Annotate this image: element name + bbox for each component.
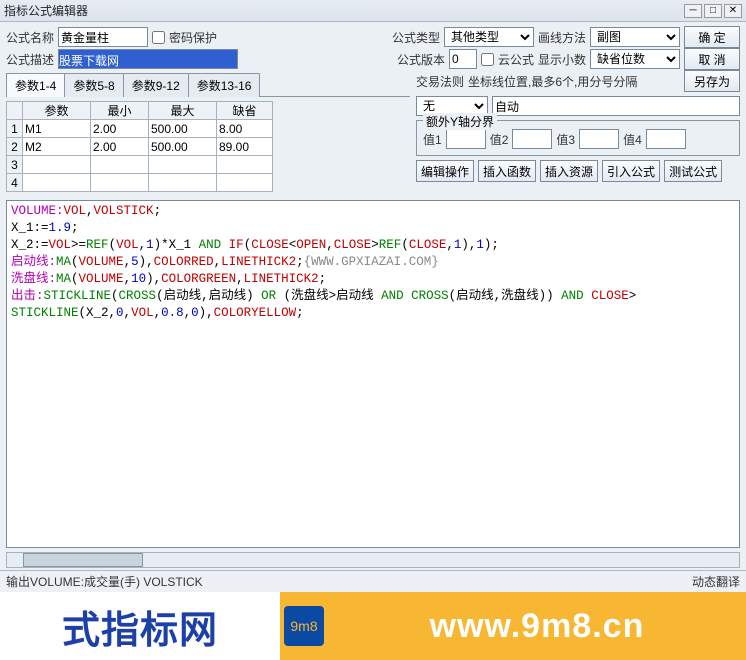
- value2-label: 值2: [490, 131, 509, 148]
- formula-desc-input[interactable]: 股票下载网 WWW.GPXIAZAI.COM: [59, 50, 237, 69]
- tab-params-13-16[interactable]: 参数13-16: [188, 73, 261, 97]
- code-editor[interactable]: VOLUME:VOL,VOLSTICK;X_1:=1.9;X_2:=VOL>=R…: [6, 200, 740, 548]
- ok-button[interactable]: 确 定: [684, 26, 740, 48]
- test-formula-button[interactable]: 测试公式: [664, 160, 722, 182]
- value4-input[interactable]: [646, 129, 686, 149]
- param-max-input[interactable]: [149, 138, 216, 155]
- value1-input[interactable]: [446, 129, 486, 149]
- param-header-name: 参数: [23, 102, 91, 120]
- draw-method-select[interactable]: 副图: [590, 27, 680, 47]
- formula-desc-label: 公式描述: [6, 51, 54, 68]
- param-row: 3: [7, 156, 273, 174]
- extra-yaxis-legend: 额外Y轴分界: [423, 113, 497, 130]
- draw-method-label: 画线方法: [538, 29, 586, 46]
- scrollbar-thumb[interactable]: [23, 553, 143, 567]
- param-def-input[interactable]: [217, 120, 272, 137]
- trade-rule-label: 交易法则: [416, 73, 464, 90]
- value3-label: 值3: [556, 131, 575, 148]
- tab-params-5-8[interactable]: 参数5-8: [64, 73, 123, 97]
- param-row: 1: [7, 120, 273, 138]
- param-def-input[interactable]: [217, 156, 272, 173]
- edit-op-button[interactable]: 编辑操作: [416, 160, 474, 182]
- param-header-def: 缺省: [217, 102, 273, 120]
- param-max-input[interactable]: [149, 120, 216, 137]
- param-name-input[interactable]: [23, 120, 90, 137]
- param-min-input[interactable]: [91, 138, 148, 155]
- footer-banner: 式指标网 9m8 www.9m8.cn: [0, 592, 746, 660]
- param-header-max: 最大: [149, 102, 217, 120]
- banner-right-text: www.9m8.cn: [328, 607, 746, 646]
- banner-logo-icon: 9m8: [284, 606, 324, 646]
- cloud-formula-checkbox[interactable]: [481, 53, 494, 66]
- param-max-input[interactable]: [149, 174, 216, 191]
- show-decimal-label: 显示小数: [538, 51, 586, 68]
- cloud-formula-label: 云公式: [498, 51, 534, 68]
- param-tabs: 参数1-4 参数5-8 参数9-12 参数13-16: [6, 72, 410, 97]
- save-as-button[interactable]: 另存为: [684, 70, 740, 92]
- trade-arg-input[interactable]: [492, 96, 740, 116]
- extra-yaxis-fieldset: 额外Y轴分界 值1 值2 值3 值4: [416, 120, 740, 156]
- coord-hint-label: 坐标线位置,最多6个,用分号分隔: [468, 73, 680, 90]
- formula-type-select[interactable]: 其他类型: [444, 27, 534, 47]
- minimize-button[interactable]: ─: [684, 4, 702, 18]
- value4-label: 值4: [623, 131, 642, 148]
- param-max-input[interactable]: [149, 156, 216, 173]
- param-def-input[interactable]: [217, 174, 272, 191]
- value3-input[interactable]: [579, 129, 619, 149]
- insert-res-button[interactable]: 插入资源: [540, 160, 598, 182]
- param-row: 4: [7, 174, 273, 192]
- code-hscrollbar[interactable]: [6, 552, 740, 568]
- param-min-input[interactable]: [91, 120, 148, 137]
- banner-left-text: 式指标网: [0, 592, 280, 660]
- param-name-input[interactable]: [23, 156, 90, 173]
- formula-name-input[interactable]: [58, 27, 148, 47]
- formula-version-input[interactable]: [449, 49, 477, 69]
- maximize-button[interactable]: □: [704, 4, 722, 18]
- param-row: 2: [7, 138, 273, 156]
- value1-label: 值1: [423, 131, 442, 148]
- formula-type-label: 公式类型: [392, 29, 440, 46]
- param-def-input[interactable]: [217, 138, 272, 155]
- formula-name-label: 公式名称: [6, 29, 54, 46]
- param-name-input[interactable]: [23, 138, 90, 155]
- value2-input[interactable]: [512, 129, 552, 149]
- param-header-min: 最小: [91, 102, 149, 120]
- insert-func-button[interactable]: 插入函数: [478, 160, 536, 182]
- param-min-input[interactable]: [91, 174, 148, 191]
- password-protect-checkbox[interactable]: [152, 31, 165, 44]
- param-min-input[interactable]: [91, 156, 148, 173]
- password-protect-label: 密码保护: [169, 29, 217, 46]
- cancel-button[interactable]: 取 消: [684, 48, 740, 70]
- show-decimal-select[interactable]: 缺省位数: [590, 49, 680, 69]
- window-title: 指标公式编辑器: [4, 2, 682, 19]
- formula-version-label: 公式版本: [397, 51, 445, 68]
- import-formula-button[interactable]: 引入公式: [602, 160, 660, 182]
- close-button[interactable]: ✕: [724, 4, 742, 18]
- tab-params-1-4[interactable]: 参数1-4: [6, 73, 65, 97]
- status-right-label: 动态翻译: [692, 573, 740, 590]
- tab-params-9-12[interactable]: 参数9-12: [123, 73, 189, 97]
- param-name-input[interactable]: [23, 174, 90, 191]
- status-output-label: 输出VOLUME:成交量(手) VOLSTICK: [6, 573, 203, 590]
